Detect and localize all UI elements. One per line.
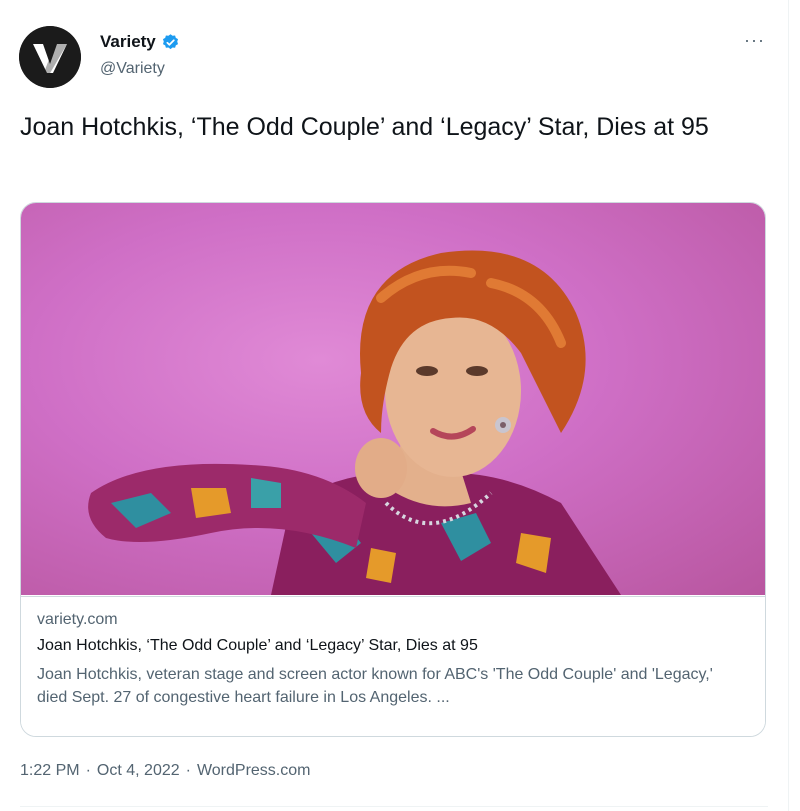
avatar[interactable] [19, 26, 81, 88]
frame-border [788, 0, 789, 811]
tweet-source[interactable]: WordPress.com [197, 762, 311, 780]
more-options-icon[interactable]: ··· [744, 30, 765, 51]
meta-separator: · [185, 762, 191, 779]
tweet-date[interactable]: Oct 4, 2022 [97, 762, 180, 780]
card-description: Joan Hotchkis, veteran stage and screen … [37, 666, 713, 706]
portrait-photo [88, 250, 621, 595]
card-domain: variety.com [37, 611, 118, 628]
tweet-text: Joan Hotchkis, ‘The Odd Couple’ and ‘Leg… [20, 113, 709, 141]
card-body[interactable]: variety.com Joan Hotchkis, ‘The Odd Coup… [21, 596, 765, 736]
divider [20, 806, 768, 807]
meta-separator: · [85, 762, 91, 779]
tweet-meta: 1:22 PM · Oct 4, 2022 · WordPress.com [20, 762, 310, 780]
tweet-time[interactable]: 1:22 PM [20, 762, 80, 780]
link-card[interactable]: variety.com Joan Hotchkis, ‘The Odd Coup… [20, 202, 766, 737]
author-name[interactable]: Variety [100, 32, 156, 52]
variety-logo-icon [19, 26, 81, 88]
card-image[interactable] [21, 203, 765, 595]
author-handle[interactable]: @Variety [100, 60, 165, 78]
card-title: Joan Hotchkis, ‘The Odd Couple’ and ‘Leg… [37, 637, 478, 654]
author-name-row[interactable]: Variety [100, 32, 180, 52]
verified-badge-icon [162, 33, 178, 49]
